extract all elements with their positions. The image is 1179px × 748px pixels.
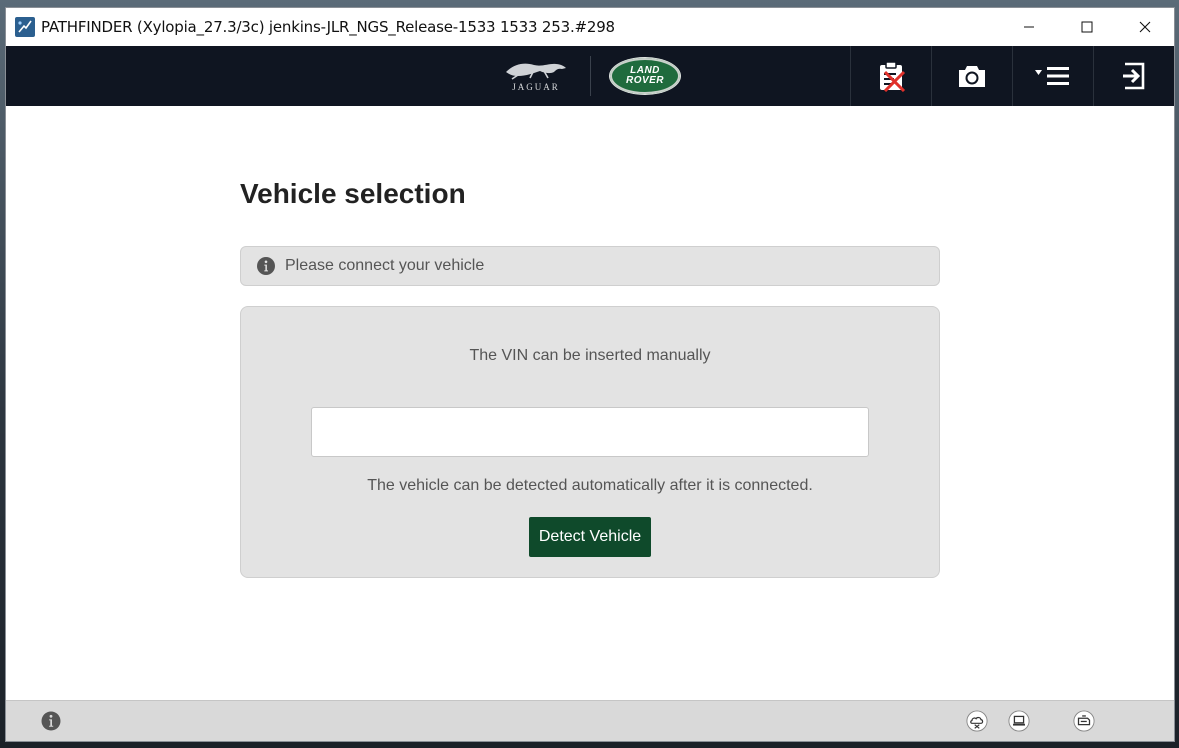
app-window: PATHFINDER (Xylopia_27.3/3c) jenkins-JLR… <box>6 8 1174 741</box>
vin-hint-text: The VIN can be inserted manually <box>469 347 711 364</box>
auto-detect-hint-text: The vehicle can be detected automaticall… <box>367 477 813 494</box>
status-footer <box>6 700 1174 741</box>
minimize-button[interactable] <box>1000 8 1058 46</box>
menu-icon <box>1035 67 1069 85</box>
vci-status-button[interactable] <box>1073 710 1095 732</box>
window-controls <box>1000 8 1174 46</box>
vin-input[interactable] <box>311 407 869 457</box>
main-menu-button[interactable] <box>1012 46 1093 106</box>
window-title: PATHFINDER (Xylopia_27.3/3c) jenkins-JLR… <box>41 18 615 36</box>
screenshot-button[interactable] <box>931 46 1012 106</box>
jaguar-leaper-icon <box>506 63 566 80</box>
session-log-button[interactable] <box>850 46 931 106</box>
land-rover-logo: LAND ROVER <box>610 58 680 94</box>
window-titlebar[interactable]: PATHFINDER (Xylopia_27.3/3c) jenkins-JLR… <box>6 8 1174 46</box>
close-button[interactable] <box>1116 8 1174 46</box>
app-logo-icon <box>15 17 35 37</box>
cloud-status-button[interactable] <box>966 710 988 732</box>
logout-button[interactable] <box>1093 46 1174 106</box>
info-message: Please connect your vehicle <box>285 257 485 274</box>
app-header: JAGUAR LAND ROVER <box>6 46 1174 106</box>
maximize-button[interactable] <box>1058 8 1116 46</box>
clipboard-disabled-icon <box>880 61 906 92</box>
maximize-icon <box>1081 21 1093 33</box>
jaguar-wordmark: JAGUAR <box>512 82 560 92</box>
vin-panel: The VIN can be inserted manually The veh… <box>240 306 940 578</box>
info-banner: Please connect your vehicle <box>240 246 940 286</box>
detect-vehicle-button[interactable]: Detect Vehicle <box>529 517 651 557</box>
camera-icon <box>959 66 985 87</box>
minimize-icon <box>1024 26 1034 28</box>
info-icon <box>41 711 61 731</box>
laptop-status-icon <box>1008 710 1030 732</box>
land-rover-wordmark-line2: ROVER <box>625 75 665 86</box>
logout-icon <box>1123 62 1145 90</box>
cloud-status-icon <box>966 710 988 732</box>
brand-divider <box>590 56 591 96</box>
main-content: Vehicle selection Please connect your ve… <box>6 106 1174 700</box>
vci-status-icon <box>1073 710 1095 732</box>
info-icon <box>257 257 275 275</box>
close-icon <box>1139 21 1151 33</box>
footer-info-button[interactable] <box>40 710 62 732</box>
laptop-status-button[interactable] <box>1008 710 1030 732</box>
jaguar-logo: JAGUAR <box>500 58 572 96</box>
page-title: Vehicle selection <box>240 178 466 209</box>
